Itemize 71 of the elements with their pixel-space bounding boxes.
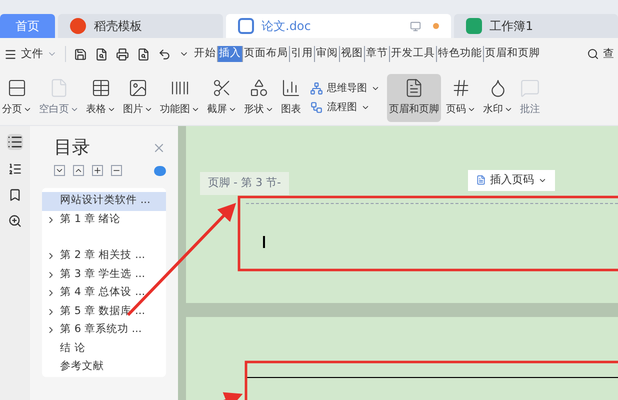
search-icon[interactable]: [8, 214, 22, 228]
toc-item[interactable]: 第 4 章 总体设 ...: [42, 284, 166, 302]
plus-icon[interactable]: [92, 165, 103, 176]
document-tab[interactable]: 论文.doc: [226, 14, 450, 38]
document-tab[interactable]: 稻壳模板: [58, 14, 222, 38]
toc-item[interactable]: 网站设计类软件 ...: [42, 192, 166, 210]
ribbon-tab[interactable]: 视图: [340, 46, 365, 62]
mind-map-icon: [310, 82, 323, 94]
ribbon-button[interactable]: 页眉和页脚: [387, 74, 441, 122]
ribbon-tab[interactable]: 章节: [365, 46, 390, 62]
comment-icon: [520, 78, 540, 98]
image-icon: [128, 78, 148, 98]
toc-item[interactable]: 第 2 章 相关技 ...: [42, 247, 166, 266]
search-label[interactable]: 查: [603, 46, 614, 62]
insert-page-number-button[interactable]: 插入页码: [468, 170, 555, 190]
toc-item[interactable]: 第 1 章 绪论: [42, 210, 166, 229]
ribbon-button[interactable]: 截屏: [205, 74, 239, 122]
page-icon: [404, 78, 424, 98]
ribbon-button[interactable]: 思维导图: [306, 80, 384, 96]
print-preview-icon[interactable]: [137, 48, 150, 60]
menu-icon[interactable]: [4, 48, 17, 60]
ribbon-tab[interactable]: 页眉和页脚: [484, 46, 541, 62]
shapes-icon: [249, 78, 269, 98]
expand-icon[interactable]: [54, 165, 65, 176]
file-menu[interactable]: 文件: [21, 46, 57, 62]
list-icon[interactable]: [8, 162, 22, 176]
ribbon-tab[interactable]: 插入: [218, 46, 243, 62]
search-icon[interactable]: [587, 48, 599, 60]
toc-title: 目录: [54, 136, 90, 160]
ribbon-tab[interactable]: 特色功能: [437, 46, 484, 62]
ribbon-button[interactable]: 分页: [0, 74, 34, 122]
ribbon-button[interactable]: 图表: [279, 74, 303, 122]
toc-item[interactable]: 第 5 章 数据库 ...: [42, 302, 166, 321]
collapse-icon[interactable]: [73, 165, 84, 176]
blank-page-icon: [49, 78, 69, 98]
page-number-icon: [451, 78, 471, 98]
page-break-icon: [7, 78, 27, 98]
ribbon-tab[interactable]: 审阅: [315, 46, 340, 62]
ribbon-tab[interactable]: 开发工具: [390, 46, 437, 62]
toc-item[interactable]: 结 论: [42, 340, 166, 358]
cloud-sync-icon[interactable]: [154, 166, 166, 176]
page-icon: [476, 175, 486, 186]
ribbon-button[interactable]: 形状: [242, 74, 276, 122]
monitor-icon[interactable]: [410, 20, 420, 32]
scissors-icon: [212, 78, 232, 98]
ribbon-button[interactable]: 水印: [481, 74, 515, 122]
ribbon-tab[interactable]: 引用: [290, 46, 315, 62]
toc-item[interactable]: 参考文献: [42, 358, 166, 376]
bar-chart-icon: [281, 78, 301, 98]
document-tab[interactable]: 工作簿1: [454, 14, 618, 38]
outline-icon[interactable]: [7, 134, 23, 150]
ribbon-button[interactable]: 功能图: [158, 74, 202, 122]
toc-item[interactable]: 第 3 章 学生选 ...: [42, 266, 166, 284]
text-cursor: [263, 236, 265, 248]
print-icon[interactable]: [116, 48, 129, 60]
ribbon-tab[interactable]: 页面布局: [243, 46, 290, 62]
table-icon: [91, 78, 111, 98]
ribbon-button[interactable]: 页码: [444, 74, 478, 122]
ribbon-button[interactable]: 图片: [121, 74, 155, 122]
bookmark-icon[interactable]: [8, 188, 22, 202]
document-icon: [238, 18, 254, 34]
docer-logo-icon: [70, 18, 86, 34]
minus-icon[interactable]: [111, 165, 122, 176]
toc-item[interactable]: 第 6 章系统功 ...: [42, 321, 166, 340]
save-icon[interactable]: [74, 48, 87, 60]
undo-icon[interactable]: [158, 48, 171, 60]
spreadsheet-icon: [466, 18, 482, 34]
footer-label: 页脚 - 第 3 节-: [200, 172, 289, 194]
ribbon-button[interactable]: 流程图: [306, 100, 384, 114]
flowchart-icon: [310, 100, 323, 114]
ribbon-button[interactable]: 表格: [84, 74, 118, 122]
